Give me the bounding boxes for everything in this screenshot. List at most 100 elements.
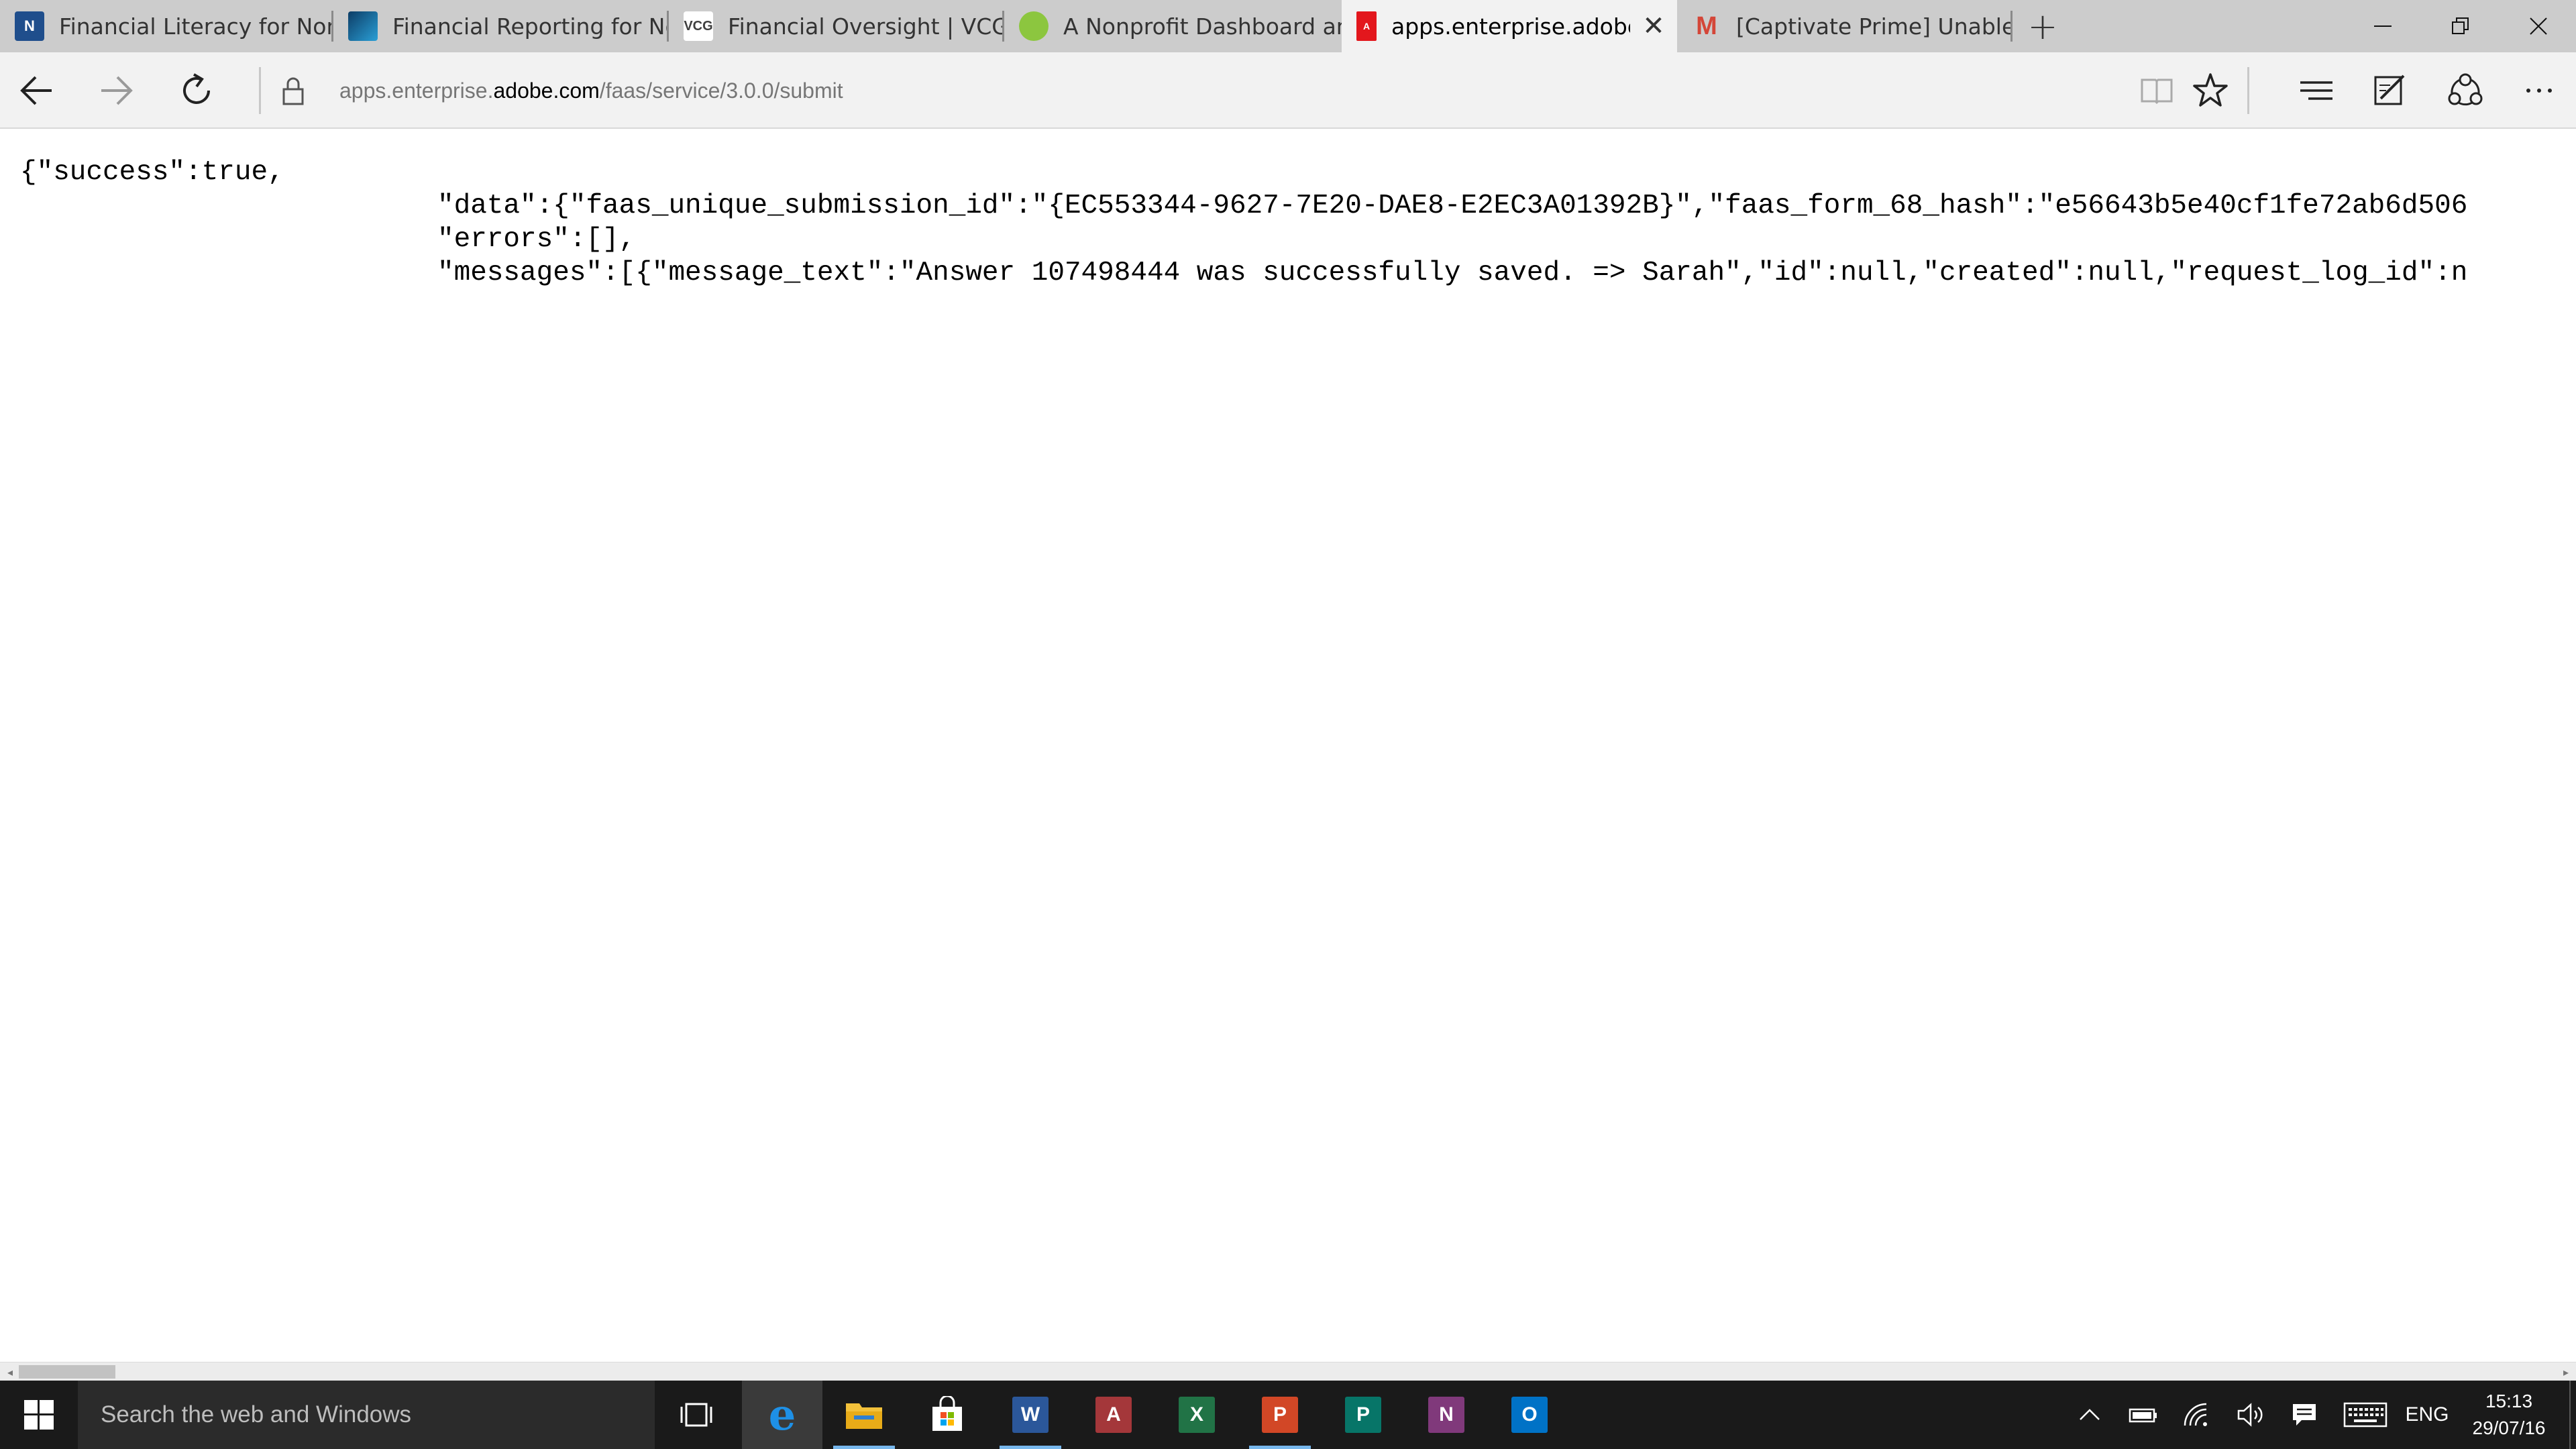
page-content: {"success":true, "data":{"faas_unique_su… (0, 129, 2576, 1362)
more-button[interactable] (2509, 60, 2569, 121)
restore-button[interactable] (2422, 0, 2500, 52)
forward-arrow-icon (101, 76, 133, 105)
favorite-button[interactable] (2180, 60, 2241, 121)
url-domain: adobe.com (493, 78, 600, 103)
tab-financial-oversight[interactable]: VCG Financial Oversight | VCG (669, 0, 1004, 52)
horizontal-scrollbar[interactable]: ◂ ▸ (0, 1362, 2576, 1381)
tab-adobe-enterprise[interactable]: A apps.enterprise.adobe.c ✕ (1342, 0, 1677, 52)
toolbar-divider (259, 67, 261, 114)
close-icon (2530, 17, 2547, 35)
onenote-icon: N (1428, 1397, 1464, 1433)
show-desktop-button[interactable] (2569, 1381, 2576, 1449)
gmail-logo-icon: M (1696, 11, 1717, 40)
address-bar[interactable]: apps.enterprise.adobe.com/faas/service/3… (339, 52, 843, 129)
edge-icon: e (768, 1389, 796, 1440)
taskbar-word[interactable]: W (990, 1381, 1071, 1449)
url-prefix: apps.enterprise. (339, 78, 494, 103)
battery-button[interactable] (2120, 1381, 2167, 1449)
scroll-right-icon[interactable]: ▸ (2557, 1364, 2575, 1380)
scrollbar-thumb[interactable] (19, 1365, 115, 1379)
json-line-errors: "errors":[], (437, 224, 636, 255)
folder-icon (846, 1403, 882, 1429)
excel-icon: X (1179, 1397, 1215, 1433)
close-tab-icon[interactable]: ✕ (1630, 11, 1677, 42)
json-line-success: {"success":true, (20, 157, 284, 188)
scroll-left-icon[interactable]: ◂ (1, 1364, 19, 1380)
json-line-messages: "messages":[{"message_text":"Answer 1074… (437, 258, 2468, 288)
tab-title: apps.enterprise.adobe.c (1391, 13, 1630, 40)
tab-financial-reporting[interactable]: Financial Reporting for Non (333, 0, 669, 52)
wifi-icon (2184, 1403, 2207, 1426)
clock-time: 15:13 (2485, 1391, 2533, 1411)
taskbar-edge[interactable]: e (742, 1381, 822, 1449)
new-tab-button[interactable]: + (2017, 0, 2069, 52)
back-arrow-icon (20, 76, 52, 105)
url-path: /faas/service/3.0.0/submit (599, 78, 843, 103)
tab-strip: N Financial Literacy for Nonpr Financial… (0, 0, 2576, 52)
json-line-data: "data":{"faas_unique_submission_id":"{EC… (437, 191, 2468, 221)
battery-icon (2129, 1408, 2157, 1423)
access-icon: A (1095, 1397, 1132, 1433)
hub-icon (2300, 81, 2332, 100)
share-icon (2448, 73, 2483, 106)
tab-divider (2010, 11, 2012, 42)
clock[interactable]: 15:13 29/07/16 (2442, 1381, 2576, 1449)
toolbar-divider (2247, 67, 2249, 114)
lock-icon (282, 77, 304, 105)
taskbar-access[interactable]: A (1073, 1381, 1154, 1449)
word-icon: W (1012, 1397, 1049, 1433)
share-button[interactable] (2435, 60, 2496, 121)
web-note-button[interactable] (2360, 60, 2420, 121)
taskbar-search-box[interactable]: Search the web and Windows (78, 1381, 655, 1449)
task-view-button[interactable] (656, 1381, 737, 1449)
taskbar-onenote[interactable]: N (1406, 1381, 1487, 1449)
book-icon (2141, 78, 2173, 105)
action-center-button[interactable] (2281, 1381, 2328, 1449)
start-button[interactable] (0, 1381, 78, 1449)
tab-nonprofit-dashboard[interactable]: A Nonprofit Dashboard and (1004, 0, 1342, 52)
taskbar-outlook[interactable]: O (1489, 1381, 1570, 1449)
keyboard-icon (2343, 1402, 2387, 1428)
more-dots-icon (2526, 89, 2552, 93)
back-button[interactable] (7, 60, 67, 121)
tab-captivate-prime[interactable]: M [Captivate Prime] Unable to (1677, 0, 2012, 52)
store-bag-icon (932, 1396, 962, 1431)
taskbar-publisher[interactable]: P (1323, 1381, 1403, 1449)
tab-financial-literacy[interactable]: N Financial Literacy for Nonpr (0, 0, 333, 52)
forward-button[interactable] (86, 60, 146, 121)
publisher-icon: P (1345, 1397, 1381, 1433)
network-button[interactable] (2174, 1381, 2220, 1449)
taskbar: Search the web and Windows e W A X P P N… (0, 1381, 2576, 1449)
taskbar-excel[interactable]: X (1157, 1381, 1237, 1449)
tab-title: Financial Reporting for Non (392, 13, 669, 40)
tab-title: Financial Literacy for Nonpr (59, 13, 333, 40)
nonprofit-logo-icon: N (15, 11, 44, 41)
taskbar-powerpoint[interactable]: P (1240, 1381, 1320, 1449)
speaker-icon (2237, 1403, 2263, 1427)
taskbar-store[interactable] (907, 1381, 987, 1449)
volume-button[interactable] (2227, 1381, 2274, 1449)
chevron-up-icon (2080, 1409, 2100, 1420)
refresh-button[interactable] (166, 60, 227, 121)
reading-view-button[interactable] (2127, 60, 2187, 121)
show-hidden-icons-button[interactable] (2066, 1381, 2113, 1449)
star-icon (2193, 73, 2228, 107)
taskbar-file-explorer[interactable] (824, 1381, 904, 1449)
tab-title: [Captivate Prime] Unable to (1736, 13, 2012, 40)
task-view-icon (680, 1403, 712, 1427)
json-response: {"success":true, "data":{"faas_unique_su… (20, 156, 2467, 290)
minimize-button[interactable] (2344, 0, 2422, 52)
adobe-logo-icon: A (1356, 11, 1377, 41)
address-toolbar: apps.enterprise.adobe.com/faas/service/3… (0, 52, 2576, 129)
refresh-icon (183, 73, 210, 104)
close-window-button[interactable] (2500, 0, 2576, 52)
touch-keyboard-button[interactable] (2339, 1381, 2392, 1449)
hub-button[interactable] (2286, 60, 2347, 121)
blue-square-icon (348, 11, 378, 41)
tab-title: Financial Oversight | VCG (728, 13, 1004, 40)
tab-title: A Nonprofit Dashboard and (1063, 13, 1342, 40)
outlook-icon: O (1511, 1397, 1548, 1433)
windows-logo-icon (24, 1400, 54, 1430)
clock-date: 29/07/16 (2472, 1417, 2546, 1438)
lock-icon-button[interactable] (263, 60, 323, 121)
